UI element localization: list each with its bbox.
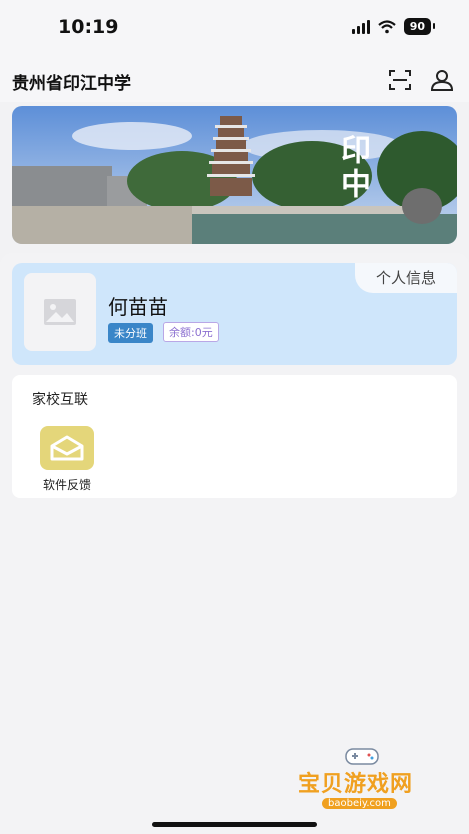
section-title: 家校互联 xyxy=(32,392,88,408)
profile-card[interactable]: 何苗苗 未分班 余额:0元 个人信息 xyxy=(12,263,457,365)
student-name: 何苗苗 xyxy=(108,295,168,319)
scan-icon[interactable] xyxy=(386,66,414,94)
watermark-logo: 宝贝游戏网 baobeiy.com xyxy=(290,744,440,824)
status-icons: 90 xyxy=(351,18,436,35)
watermark-url: baobeiy.com xyxy=(322,798,397,809)
home-school-section: 家校互联 软件反馈 xyxy=(12,375,457,498)
watermark-text: 宝贝游戏网 xyxy=(298,772,414,797)
personal-info-tab[interactable]: 个人信息 xyxy=(355,263,457,293)
home-indicator xyxy=(152,822,317,827)
image-placeholder-icon xyxy=(44,299,76,325)
banner-image[interactable]: 印中 xyxy=(12,106,457,244)
feature-label: 软件反馈 xyxy=(42,478,91,492)
status-time: 10:19 xyxy=(58,16,119,38)
battery-icon: 90 xyxy=(403,18,436,35)
user-icon[interactable] xyxy=(428,66,456,94)
status-bar: 10:19 90 xyxy=(0,0,469,56)
page-title: 贵州省印江中学 xyxy=(12,74,131,94)
header: 贵州省印江中学 xyxy=(0,56,469,102)
gamepad-icon xyxy=(345,748,379,765)
feedback-button[interactable]: 软件反馈 xyxy=(32,426,102,493)
wifi-icon xyxy=(377,19,396,33)
mail-icon xyxy=(40,426,94,470)
banner-overlay-text: 印中 xyxy=(335,134,370,202)
signal-icon xyxy=(351,19,370,34)
avatar[interactable] xyxy=(24,273,96,351)
class-badge: 未分班 xyxy=(108,323,153,343)
balance-badge: 余额:0元 xyxy=(163,322,219,342)
